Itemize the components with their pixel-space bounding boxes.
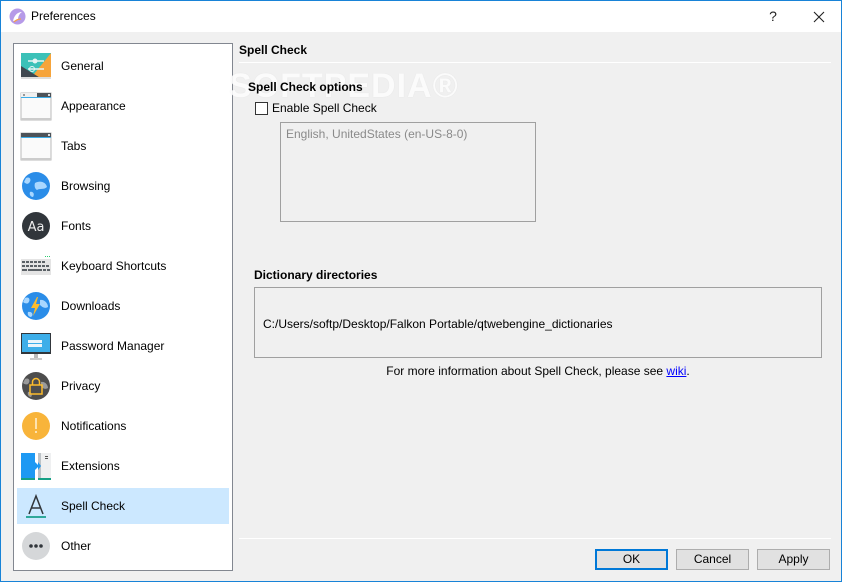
letter-a-icon	[26, 493, 46, 518]
dictionary-path-item[interactable]: C:/Users/softp/Desktop/Falkon Portable/q…	[263, 317, 613, 331]
cancel-button[interactable]: Cancel	[676, 549, 749, 570]
window-appearance-icon	[20, 92, 52, 121]
help-button[interactable]: ?	[753, 1, 793, 32]
sidebar-item-label: Tabs	[61, 139, 87, 153]
sidebar-item-other[interactable]: Other	[17, 528, 229, 564]
button-separator	[239, 538, 831, 539]
language-list[interactable]: English, UnitedStates (en-US-8-0)	[280, 122, 536, 222]
monitor-password-icon	[21, 333, 51, 360]
sidebar-item-browsing[interactable]: Browsing	[17, 168, 229, 204]
sidebar-item-label: Extensions	[61, 459, 120, 473]
keyboard-icon	[21, 256, 51, 275]
sidebar-item-label: General	[61, 59, 104, 73]
sidebar-item-general[interactable]: General	[17, 48, 229, 84]
tabs-window-icon	[20, 132, 52, 161]
globe-lightning-icon	[22, 292, 50, 320]
spell-check-options-heading: Spell Check options	[248, 80, 363, 94]
close-icon	[813, 11, 825, 23]
wiki-link[interactable]: wiki	[666, 364, 686, 378]
preferences-window: Preferences ? General Appearance Tabs Br…	[0, 0, 842, 582]
more-dots-icon	[22, 532, 50, 560]
sidebar-item-label: Downloads	[61, 299, 121, 313]
sidebar-item-label: Notifications	[61, 419, 127, 433]
dictionary-directories-list[interactable]: C:/Users/softp/Desktop/Falkon Portable/q…	[254, 287, 822, 358]
fonts-aa-icon: Aa	[22, 212, 50, 240]
sidebar-item-label: Other	[61, 539, 92, 553]
close-button[interactable]	[797, 1, 841, 32]
sidebar-item-password-manager[interactable]: Password Manager	[17, 328, 229, 364]
info-suffix: .	[686, 364, 690, 378]
sidebar-item-keyboard-shortcuts[interactable]: Keyboard Shortcuts	[17, 248, 229, 284]
sidebar-item-label: Appearance	[61, 99, 126, 113]
sidebar-item-extensions[interactable]: Extensions	[17, 448, 229, 484]
globe-icon	[22, 172, 50, 200]
sidebar-item-downloads[interactable]: Downloads	[17, 288, 229, 324]
sidebar-item-fonts[interactable]: Aa Fonts	[17, 208, 229, 244]
sidebar-item-notifications[interactable]: Notifications	[17, 408, 229, 444]
window-title: Preferences	[31, 9, 96, 23]
checkbox-label: Enable Spell Check	[272, 101, 377, 115]
general-settings-icon	[21, 53, 51, 79]
info-prefix: For more information about Spell Check, …	[386, 364, 667, 378]
preferences-sidebar: General Appearance Tabs Browsing Aa Font…	[13, 43, 233, 571]
sidebar-item-appearance[interactable]: Appearance	[17, 88, 229, 124]
puzzle-extensions-icon	[21, 453, 51, 480]
sidebar-item-label: Browsing	[61, 179, 111, 193]
sidebar-item-label: Privacy	[61, 379, 101, 393]
dictionary-directories-heading: Dictionary directories	[254, 268, 378, 282]
sidebar-item-spell-check[interactable]: Spell Check	[17, 488, 229, 524]
falkon-logo-icon	[9, 8, 26, 25]
title-bar: Preferences ?	[1, 1, 841, 32]
language-item[interactable]: English, UnitedStates (en-US-8-0)	[286, 127, 467, 141]
globe-lock-icon	[22, 372, 50, 400]
page-title: Spell Check	[239, 43, 308, 57]
info-text: For more information about Spell Check, …	[254, 364, 822, 378]
sidebar-item-label: Password Manager	[61, 339, 165, 353]
enable-spell-check-checkbox[interactable]: Enable Spell Check	[255, 101, 377, 115]
sidebar-item-tabs[interactable]: Tabs	[17, 128, 229, 164]
sidebar-item-label: Keyboard Shortcuts	[61, 259, 167, 273]
sidebar-item-label: Fonts	[61, 219, 92, 233]
sidebar-item-privacy[interactable]: Privacy	[17, 368, 229, 404]
sidebar-item-label: Spell Check	[61, 499, 126, 513]
checkbox-box[interactable]	[255, 101, 268, 115]
exclamation-icon	[22, 412, 50, 440]
apply-button[interactable]: Apply	[757, 549, 830, 570]
svg-text:Aa: Aa	[28, 220, 45, 235]
title-separator	[239, 62, 831, 63]
ok-button[interactable]: OK	[595, 549, 668, 570]
